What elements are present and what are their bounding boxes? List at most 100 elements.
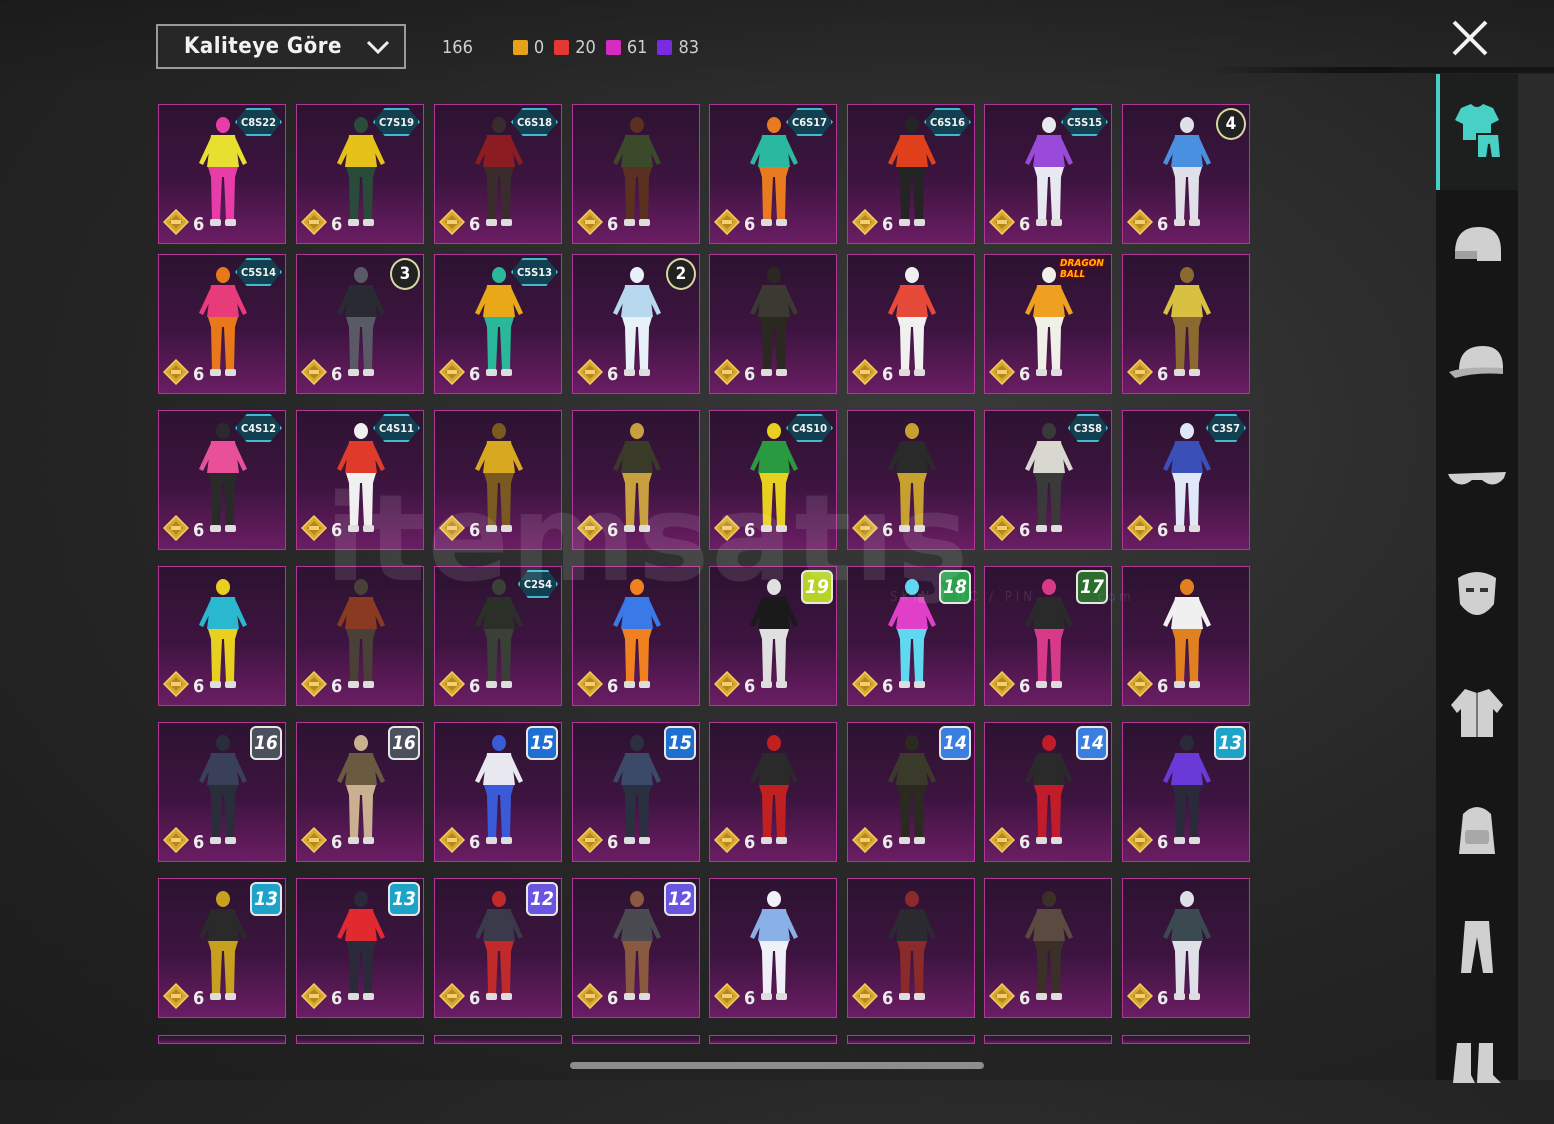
season-badge: 16	[250, 726, 282, 760]
level-number: 6	[1157, 363, 1169, 385]
level-icon	[713, 514, 741, 545]
outfit-tile[interactable]: 6	[572, 104, 700, 244]
outfit-tile[interactable]: 6	[847, 410, 975, 550]
outfit-tile[interactable]	[572, 1035, 700, 1044]
outfit-tile[interactable]: 15 6	[434, 722, 562, 862]
level-number: 6	[1019, 831, 1031, 853]
level-number: 6	[1157, 675, 1169, 697]
outfit-tile[interactable]: 14 6	[847, 722, 975, 862]
rail-shoes-tab[interactable]	[1436, 1008, 1518, 1124]
level-number: 6	[331, 831, 343, 853]
outfit-tile[interactable]	[1122, 1035, 1250, 1044]
outfit-tile[interactable]: C5S13 6	[434, 254, 562, 394]
rail-glasses-tab[interactable]	[1436, 424, 1518, 540]
season-badge: 12	[526, 882, 558, 916]
outfit-tile[interactable]: 16 6	[296, 722, 424, 862]
outfit-tile[interactable]	[709, 1035, 837, 1044]
outfit-tile[interactable]: C6S16 6	[847, 104, 975, 244]
outfit-tile[interactable]: 16 6	[158, 722, 286, 862]
upgrade-level: 6	[988, 982, 1030, 1013]
outfit-tile[interactable]: 17 6	[984, 566, 1112, 706]
outfit-tile[interactable]: C5S14 6	[158, 254, 286, 394]
outfit-tile[interactable]: C4S11 6	[296, 410, 424, 550]
level-number: 6	[1019, 213, 1031, 235]
outfit-tile[interactable]: 12 6	[434, 878, 562, 1018]
outfit-tile[interactable]: 14 6	[984, 722, 1112, 862]
level-icon	[1126, 514, 1154, 545]
outfit-tile[interactable]: 6	[434, 410, 562, 550]
outfit-tile[interactable]: 6	[709, 722, 837, 862]
glasses-icon	[1444, 460, 1510, 504]
level-number: 6	[469, 987, 481, 1009]
level-icon	[576, 208, 604, 239]
outfit-tile[interactable]: 13 6	[158, 878, 286, 1018]
outfit-tile[interactable]: C6S17 6	[709, 104, 837, 244]
rail-pants-tab[interactable]	[1436, 891, 1518, 1007]
outfit-tile[interactable]: 19 6	[709, 566, 837, 706]
outfit-tile[interactable]: 15 6	[572, 722, 700, 862]
outfit-tile[interactable]: 46	[1122, 104, 1250, 244]
outfit-tile[interactable]: C3S7 6	[1122, 410, 1250, 550]
outfit-tile[interactable]: 12 6	[572, 878, 700, 1018]
level-icon	[576, 358, 604, 389]
home-indicator[interactable]	[570, 1062, 984, 1069]
outfit-tile[interactable]: C8S22 6	[158, 104, 286, 244]
level-number: 6	[1157, 519, 1169, 541]
level-number: 6	[331, 987, 343, 1009]
outfit-tile[interactable]: C6S18 6	[434, 104, 562, 244]
rail-outfit-tab[interactable]	[1436, 74, 1518, 190]
outfit-tile[interactable]: C4S10 6	[709, 410, 837, 550]
outfit-tile[interactable]	[158, 1035, 286, 1044]
rail-backpack-tab[interactable]	[1436, 774, 1518, 890]
outfit-tile[interactable]: DRAGON BALL 6	[984, 254, 1112, 394]
level-number: 6	[469, 213, 481, 235]
level-number: 6	[607, 987, 619, 1009]
outfit-tile[interactable]: 13 6	[296, 878, 424, 1018]
level-number: 6	[469, 675, 481, 697]
count-value: 20	[575, 36, 596, 58]
upgrade-level: 6	[300, 514, 343, 545]
outfit-tile[interactable]: 6	[847, 878, 975, 1018]
level-number: 6	[193, 519, 205, 541]
upgrade-level: 6	[851, 982, 893, 1013]
outfit-tile[interactable]: 6	[984, 878, 1112, 1018]
outfit-tile[interactable]: 26	[572, 254, 700, 394]
outfit-tile[interactable]: 6	[1122, 254, 1250, 394]
upgrade-level: 6	[576, 358, 618, 389]
outfit-tile[interactable]: 6	[1122, 878, 1250, 1018]
outfit-tile[interactable]: C3S8 6	[984, 410, 1112, 550]
outfit-tile[interactable]	[434, 1035, 562, 1044]
level-icon	[300, 982, 328, 1013]
outfit-tile[interactable]: 6	[709, 254, 837, 394]
outfit-tile[interactable]: 6	[572, 566, 700, 706]
upgrade-level: 6	[162, 670, 204, 701]
outfit-tile[interactable]: C2S4 6	[434, 566, 562, 706]
season-badge: 14	[1076, 726, 1108, 760]
chevron-down-icon	[358, 27, 398, 67]
outfit-tile[interactable]: 6	[847, 254, 975, 394]
outfit-tile[interactable]: C5S15 6	[984, 104, 1112, 244]
outfit-tile[interactable]	[296, 1035, 424, 1044]
outfit-tile[interactable]: 36	[296, 254, 424, 394]
rail-cap-tab[interactable]	[1436, 307, 1518, 423]
level-number: 6	[193, 831, 205, 853]
outfit-tile[interactable]: 6	[158, 566, 286, 706]
rail-jacket-tab[interactable]	[1436, 657, 1518, 773]
outfit-tile[interactable]: 6	[296, 566, 424, 706]
close-button[interactable]	[1448, 16, 1492, 60]
outfit-tile[interactable]	[847, 1035, 975, 1044]
level-icon	[851, 358, 879, 389]
outfit-tile[interactable]: 6	[709, 878, 837, 1018]
sort-dropdown[interactable]: Kaliteye Göre	[156, 24, 406, 69]
level-number: 6	[331, 519, 343, 541]
rail-mask-tab[interactable]	[1436, 540, 1518, 656]
outfit-tile[interactable]: C4S12 6	[158, 410, 286, 550]
upgrade-level: 6	[576, 670, 618, 701]
outfit-tile[interactable]: C7S19 6	[296, 104, 424, 244]
outfit-tile[interactable]: 6	[1122, 566, 1250, 706]
outfit-tile[interactable]: 18 6	[847, 566, 975, 706]
outfit-tile[interactable]: 6	[572, 410, 700, 550]
rail-helmet-tab[interactable]	[1436, 190, 1518, 306]
outfit-tile[interactable]	[984, 1035, 1112, 1044]
outfit-tile[interactable]: 13 6	[1122, 722, 1250, 862]
